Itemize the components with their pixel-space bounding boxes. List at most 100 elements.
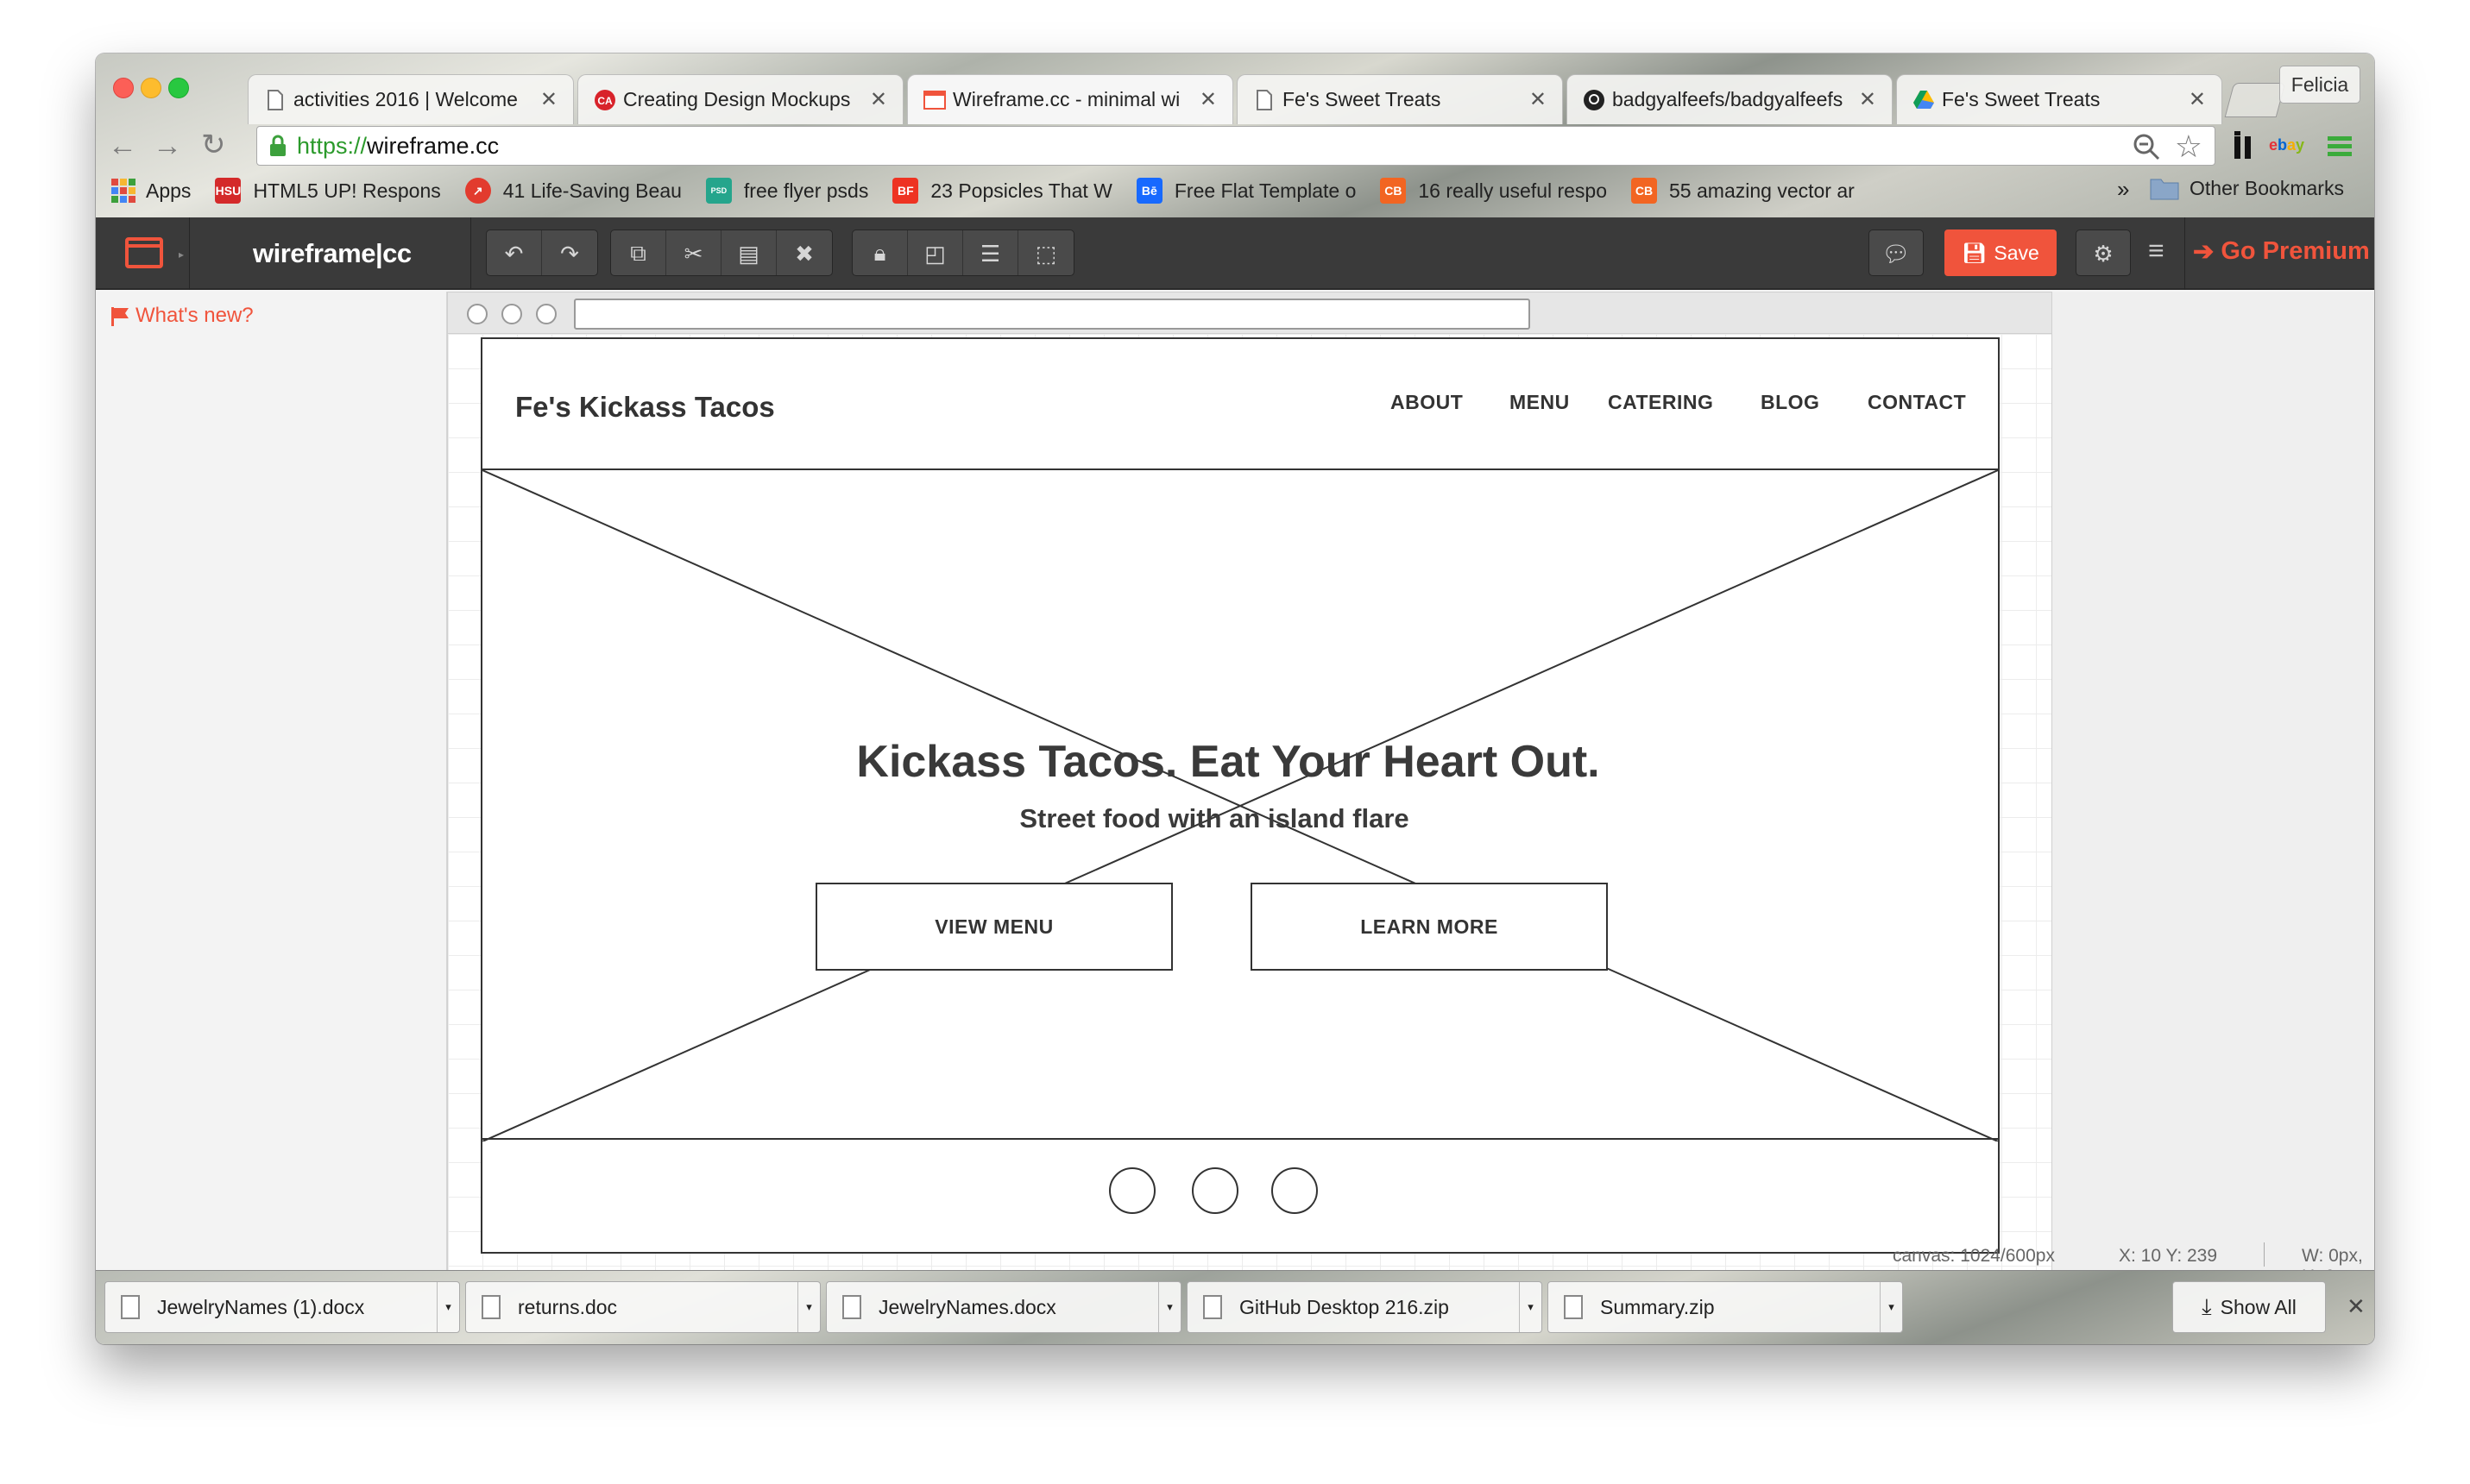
download-options-chevron-icon[interactable]: ▾ xyxy=(1158,1282,1181,1332)
browser-tab[interactable]: activities 2016 | Welcome ✕ xyxy=(248,74,574,124)
download-item[interactable]: JewelryNames.docx ▾ xyxy=(826,1281,1181,1333)
undo-icon[interactable]: ↶ xyxy=(487,230,542,275)
ca-icon: CA xyxy=(594,89,616,111)
zoom-magnifier-icon[interactable] xyxy=(2132,132,2161,167)
download-item[interactable]: JewelryNames (1).docx ▾ xyxy=(104,1281,460,1333)
go-premium-label: Go Premium xyxy=(2221,237,2370,265)
cut-scissors-icon[interactable]: ✂ xyxy=(666,230,721,275)
carousel-dot[interactable] xyxy=(1109,1167,1156,1214)
html5up-icon: HSU xyxy=(215,178,242,204)
ebay-icon[interactable]: ebay xyxy=(2269,136,2304,154)
download-options-chevron-icon[interactable]: ▾ xyxy=(1880,1282,1902,1332)
menu-lines-icon[interactable]: ≡ xyxy=(2148,235,2164,267)
status-bar: canvas: 1024/600px X: 10 Y: 239 W: 0px, … xyxy=(1787,1242,2374,1286)
cb-icon: CB xyxy=(1380,178,1407,204)
forward-arrow-icon[interactable]: → xyxy=(153,129,182,163)
tab-close-icon[interactable]: ✕ xyxy=(1200,87,1217,112)
paste-icon[interactable]: ▤ xyxy=(721,230,777,275)
bookmark-item[interactable]: CB 16 really useful respo xyxy=(1380,178,1607,204)
download-item[interactable]: Summary.zip ▾ xyxy=(1547,1281,1903,1333)
profile-button[interactable]: Felicia xyxy=(2279,66,2360,104)
minimize-window-button[interactable] xyxy=(141,78,161,98)
tab-close-icon[interactable]: ✕ xyxy=(540,87,558,112)
bookmark-apps[interactable]: Apps xyxy=(111,179,191,203)
bookmark-item[interactable]: ↗ 41 Life-Saving Beau xyxy=(464,178,682,204)
tab-close-icon[interactable]: ✕ xyxy=(1529,87,1547,112)
dropdown-caret-icon[interactable]: ▸ xyxy=(179,248,184,261)
new-tab-button[interactable] xyxy=(2224,83,2286,117)
site-title[interactable]: Fe's Kickass Tacos xyxy=(515,391,775,424)
hero-image-placeholder[interactable]: Kickass Tacos. Eat Your Heart Out. Stree… xyxy=(482,468,1998,1141)
zoom-window-button[interactable] xyxy=(168,78,189,98)
browser-tab[interactable]: Fe's Sweet Treats ✕ xyxy=(1896,74,2222,124)
browser-chrome: activities 2016 | Welcome ✕ CA Creating … xyxy=(96,53,2374,217)
delete-x-icon[interactable]: ✖ xyxy=(777,230,832,275)
bookmark-item[interactable]: PSD free flyer psds xyxy=(705,178,868,204)
bookmark-item[interactable]: Bē Free Flat Template o xyxy=(1136,178,1356,204)
frame-titlebar xyxy=(448,292,2051,334)
whats-new-link[interactable]: What's new? xyxy=(110,304,254,328)
other-bookmarks[interactable]: Other Bookmarks xyxy=(2150,176,2344,200)
download-item[interactable]: returns.doc ▾ xyxy=(465,1281,821,1333)
redo-icon[interactable]: ↷ xyxy=(542,230,597,275)
address-bar[interactable]: https://wireframe.cc ☆ xyxy=(256,126,2215,166)
bookmark-label: 41 Life-Saving Beau xyxy=(502,179,682,202)
bookmark-item[interactable]: BF 23 Popsicles That W xyxy=(892,178,1112,204)
duplicate-icon[interactable]: ⧉ xyxy=(611,230,666,275)
save-button[interactable]: 💾︎ Save xyxy=(1944,230,2057,276)
bookmark-label: 16 really useful respo xyxy=(1418,179,1608,202)
carousel-dot[interactable] xyxy=(1271,1167,1318,1214)
edit-group: ⧉ ✂ ▤ ✖ xyxy=(610,230,833,276)
browser-tab[interactable]: badgyalfeefs/badgyalfeefs ✕ xyxy=(1566,74,1893,124)
tab-close-icon[interactable]: ✕ xyxy=(2189,87,2206,112)
settings-group: ⚙ xyxy=(2076,230,2131,276)
menu-hamburger-icon[interactable] xyxy=(2326,133,2353,165)
nav-about[interactable]: ABOUT xyxy=(1390,391,1463,414)
more-bookmarks-chevron-icon[interactable]: » xyxy=(2117,176,2129,203)
extension-icon[interactable] xyxy=(2231,129,2257,164)
carousel-dot[interactable] xyxy=(1192,1167,1238,1214)
nav-blog[interactable]: BLOG xyxy=(1761,391,1819,414)
view-menu-button[interactable]: VIEW MENU xyxy=(816,883,1173,971)
bookmarks-bar: Apps HSU HTML5 UP! Respons ↗ 41 Life-Savin… xyxy=(96,171,2374,211)
download-options-chevron-icon[interactable]: ▾ xyxy=(1519,1282,1541,1332)
app-brand[interactable]: wireframe|cc xyxy=(253,238,412,269)
screen-frame-icon[interactable] xyxy=(125,236,165,274)
lock-icon[interactable]: 🔒︎ xyxy=(853,230,908,275)
bf-icon: BF xyxy=(892,178,919,204)
hero-heading[interactable]: Kickass Tacos. Eat Your Heart Out. xyxy=(856,737,1599,787)
download-options-chevron-icon[interactable]: ▾ xyxy=(437,1282,459,1332)
nav-menu[interactable]: MENU xyxy=(1509,391,1570,414)
bring-to-front-icon[interactable]: ◰ xyxy=(908,230,963,275)
align-icon[interactable]: ☰ xyxy=(963,230,1018,275)
tab-close-icon[interactable]: ✕ xyxy=(870,87,887,112)
show-all-downloads-button[interactable]: ⤓ Show All xyxy=(2172,1281,2326,1333)
tab-title: badgyalfeefs/badgyalfeefs xyxy=(1612,88,1843,110)
browser-tab-active[interactable]: Wireframe.cc - minimal wi ✕ xyxy=(907,74,1233,124)
back-arrow-icon[interactable]: ← xyxy=(108,129,137,163)
document-icon xyxy=(264,89,287,111)
go-premium-link[interactable]: ➔ Go Premium xyxy=(2193,236,2370,267)
nav-contact[interactable]: CONTACT xyxy=(1868,391,1966,414)
comment-bubble-icon[interactable]: 💬︎ xyxy=(1869,230,1923,275)
learn-more-button[interactable]: LEARN MORE xyxy=(1251,883,1608,971)
close-window-button[interactable] xyxy=(113,78,134,98)
bookmark-item[interactable]: CB 55 amazing vector ar xyxy=(1631,178,1855,204)
group-select-icon[interactable]: ⬚ xyxy=(1018,230,1074,275)
flag-icon xyxy=(110,305,130,326)
tab-close-icon[interactable]: ✕ xyxy=(1859,87,1876,112)
canvas-size-readout: canvas: 1024/600px xyxy=(1893,1246,2055,1266)
reload-icon[interactable]: ↻ xyxy=(201,128,226,162)
bookmark-star-icon[interactable]: ☆ xyxy=(2175,129,2202,165)
bookmark-item[interactable]: HSU HTML5 UP! Respons xyxy=(215,178,441,204)
hero-subheading[interactable]: Street food with an island flare xyxy=(1019,803,1408,833)
browser-tab[interactable]: CA Creating Design Mockups ✕ xyxy=(577,74,904,124)
wireframe-page[interactable]: Fe's Kickass Tacos ABOUT MENU CATERING B… xyxy=(481,337,2000,1254)
download-options-chevron-icon[interactable]: ▾ xyxy=(797,1282,820,1332)
gears-icon[interactable]: ⚙ xyxy=(2076,230,2130,275)
download-item[interactable]: GitHub Desktop 216.zip ▾ xyxy=(1187,1281,1542,1333)
browser-frame-element[interactable]: Fe's Kickass Tacos ABOUT MENU CATERING B… xyxy=(447,292,2052,1324)
close-downloads-icon[interactable]: ✕ xyxy=(2347,1293,2366,1320)
nav-catering[interactable]: CATERING xyxy=(1608,391,1713,414)
browser-tab[interactable]: Fe's Sweet Treats ✕ xyxy=(1237,74,1563,124)
